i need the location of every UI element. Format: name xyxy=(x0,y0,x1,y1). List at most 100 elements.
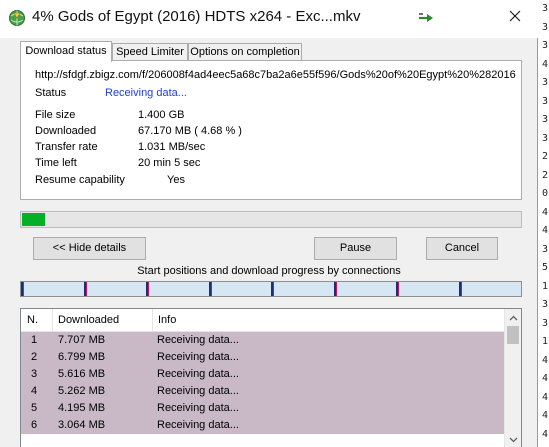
arrow-pin-icon[interactable] xyxy=(418,12,434,24)
background-digit: 0 xyxy=(542,188,549,199)
background-digit: 3 xyxy=(542,132,549,144)
scroll-thumb[interactable] xyxy=(507,326,519,344)
background-digit: 1 xyxy=(542,336,549,347)
background-digit: 4 xyxy=(542,58,549,70)
list-scrollbar[interactable] xyxy=(504,309,521,447)
background-digit: 4 xyxy=(542,410,549,421)
download-dialog: 4% Gods of Egypt (2016) HDTS x264 - Exc.… xyxy=(0,0,538,447)
background-digit: 5 xyxy=(542,262,549,273)
transfer-rate-label: Transfer rate xyxy=(35,141,98,153)
status-label: Status xyxy=(35,87,67,99)
resume-capability-label: Resume capability xyxy=(35,174,125,186)
file-size-value: 1.400 GB xyxy=(138,109,185,121)
column-header-downloaded[interactable]: Downloaded xyxy=(52,309,152,331)
connection-progress xyxy=(336,282,337,296)
downloaded-value: 67.170 MB ( 4.68 % ) xyxy=(138,125,242,137)
cell-downloaded: 7.707 MB xyxy=(58,334,106,346)
background-digit: 4 xyxy=(542,225,549,236)
resume-capability-value: Yes xyxy=(167,174,185,186)
background-digit: 3 xyxy=(542,243,549,255)
connection-progress xyxy=(211,282,212,296)
background-digit: 3 xyxy=(542,317,549,329)
chevron-down-icon xyxy=(509,437,517,442)
background-digit: 3 xyxy=(542,114,549,125)
download-progress-bar xyxy=(20,211,522,228)
cell-info: Receiving data... xyxy=(157,402,239,414)
background-digit: 4 xyxy=(542,428,549,440)
downloaded-label: Downloaded xyxy=(35,125,97,137)
download-url: http://sfdgf.zbigz.com/f/206008f4ad4eec5… xyxy=(35,69,516,81)
column-header-info[interactable]: Info xyxy=(152,309,505,331)
title-bar[interactable]: 4% Gods of Egypt (2016) HDTS x264 - Exc.… xyxy=(0,0,538,38)
background-digit: 4 xyxy=(542,391,549,403)
globe-download-icon xyxy=(9,10,25,26)
background-digit: 4 xyxy=(542,373,549,384)
cell-number: 6 xyxy=(31,419,38,431)
connection-progress xyxy=(461,282,462,296)
table-row[interactable]: 5 4.195 MB Receiving data... xyxy=(21,400,505,417)
cancel-button[interactable]: Cancel xyxy=(426,237,498,260)
connections-progress-bar xyxy=(20,281,522,297)
cell-number: 1 xyxy=(31,334,38,346)
close-button[interactable] xyxy=(491,0,538,31)
cell-info: Receiving data... xyxy=(157,351,239,363)
cell-info: Receiving data... xyxy=(157,334,239,346)
scroll-up-button[interactable] xyxy=(505,309,521,326)
column-header-number[interactable]: N. xyxy=(21,309,52,331)
table-row[interactable]: 6 3.064 MB Receiving data... xyxy=(21,417,505,434)
connection-progress xyxy=(86,282,87,296)
cell-downloaded: 4.195 MB xyxy=(58,402,106,414)
background-digit: 2 xyxy=(542,151,549,162)
background-digit: 4 xyxy=(542,354,549,366)
hide-details-button[interactable]: << Hide details xyxy=(33,237,146,260)
cell-number: 5 xyxy=(31,402,38,414)
connection-progress xyxy=(148,282,149,296)
progress-fill xyxy=(22,213,45,226)
background-digit: 3 xyxy=(542,299,549,310)
close-icon xyxy=(509,10,520,21)
connection-progress xyxy=(398,282,399,296)
connections-caption: Start positions and download progress by… xyxy=(137,265,401,277)
table-row[interactable]: 2 6.799 MB Receiving data... xyxy=(21,349,505,366)
cell-downloaded: 3.064 MB xyxy=(58,419,106,431)
cell-info: Receiving data... xyxy=(157,368,239,380)
time-left-label: Time left xyxy=(35,157,77,169)
connections-list[interactable]: N. Downloaded Info 1 7.707 MB Receiving … xyxy=(20,308,522,447)
cell-downloaded: 5.262 MB xyxy=(58,385,106,397)
status-value: Receiving data... xyxy=(105,87,187,99)
connection-progress xyxy=(273,282,274,296)
background-digit: 3 xyxy=(542,3,549,14)
background-digit: 4 xyxy=(542,206,549,218)
table-row[interactable]: 4 5.262 MB Receiving data... xyxy=(21,383,505,400)
background-digit: 2 xyxy=(542,169,549,181)
cell-info: Receiving data... xyxy=(157,419,239,431)
download-status-panel: http://sfdgf.zbigz.com/f/206008f4ad4eec5… xyxy=(20,60,522,200)
file-size-label: File size xyxy=(35,109,76,121)
background-text-column: 3 3 3 4 3 3 3 3 2 2 0 4 4 3 5 1 3 3 1 4 4 4 4 4 xyxy=(542,0,549,444)
background-digit: 3 xyxy=(542,40,549,51)
cell-downloaded: 6.799 MB xyxy=(58,351,106,363)
cell-info: Receiving data... xyxy=(157,385,239,397)
cell-number: 2 xyxy=(31,351,38,363)
background-digit: 3 xyxy=(542,77,549,88)
transfer-rate-value: 1.031 MB/sec xyxy=(138,141,206,153)
scroll-down-button[interactable] xyxy=(505,431,521,447)
list-header: N. Downloaded Info xyxy=(21,309,505,332)
list-rows: 1 7.707 MB Receiving data... 2 6.799 MB … xyxy=(21,332,505,434)
background-digit: 3 xyxy=(542,95,549,107)
chevron-up-icon xyxy=(509,315,517,320)
connection-progress xyxy=(23,282,24,296)
cell-number: 4 xyxy=(31,385,38,397)
time-left-value: 20 min 5 sec xyxy=(138,157,201,169)
table-row[interactable]: 1 7.707 MB Receiving data... xyxy=(21,332,505,349)
tab-options-on-completion[interactable]: Options on completion xyxy=(188,43,302,60)
window-title: 4% Gods of Egypt (2016) HDTS x264 - Exc.… xyxy=(32,8,361,25)
background-digit: 3 xyxy=(542,21,549,33)
cell-downloaded: 5.616 MB xyxy=(58,368,106,380)
cell-number: 3 xyxy=(31,368,38,380)
background-digit: 1 xyxy=(542,280,549,292)
pause-button[interactable]: Pause xyxy=(314,237,397,260)
tab-download-status[interactable]: Download status xyxy=(20,41,112,62)
tab-speed-limiter[interactable]: Speed Limiter xyxy=(112,43,188,60)
table-row[interactable]: 3 5.616 MB Receiving data... xyxy=(21,366,505,383)
